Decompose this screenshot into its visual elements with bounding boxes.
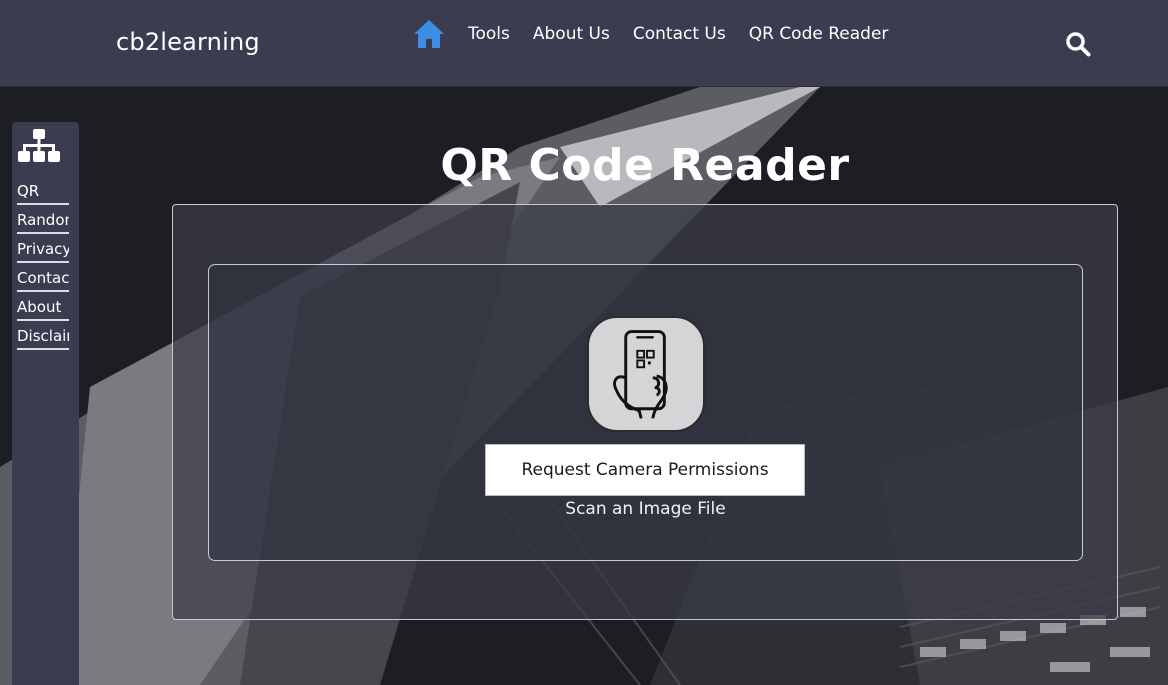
sidebar-item-privacy[interactable]: Privacy	[17, 238, 73, 267]
sidebar: QR Random Privacy Contact About Disclaim…	[12, 122, 79, 685]
home-icon[interactable]	[412, 18, 446, 50]
sidebar-item-random[interactable]: Random	[17, 209, 73, 238]
sidebar-item-about[interactable]: About	[17, 296, 73, 325]
qr-reader-panel: Request Camera Permissions Scan an Image…	[172, 204, 1118, 620]
page-title: QR Code Reader	[440, 140, 850, 191]
main-nav: Tools About Us Contact Us QR Code Reader	[412, 16, 911, 52]
request-camera-button[interactable]: Request Camera Permissions	[485, 444, 805, 496]
top-navigation-bar: cb2learning Tools About Us Contact Us QR…	[0, 0, 1168, 87]
phone-qr-scan-icon	[587, 316, 705, 432]
sidebar-menu: QR Random Privacy Contact About Disclaim…	[17, 180, 77, 354]
sidebar-item-contact[interactable]: Contact	[17, 267, 73, 296]
nav-qr-code-reader[interactable]: QR Code Reader	[749, 16, 889, 52]
nav-contact-us[interactable]: Contact Us	[633, 16, 726, 52]
search-icon[interactable]	[1065, 31, 1091, 57]
scan-region: Request Camera Permissions Scan an Image…	[208, 264, 1083, 561]
nav-about-us[interactable]: About Us	[533, 16, 610, 52]
sidebar-item-disclaimer[interactable]: Disclaimer	[17, 325, 73, 354]
nav-tools[interactable]: Tools	[468, 16, 510, 52]
scan-image-file-link[interactable]: Scan an Image File	[209, 499, 1082, 519]
site-brand[interactable]: cb2learning	[116, 28, 260, 56]
